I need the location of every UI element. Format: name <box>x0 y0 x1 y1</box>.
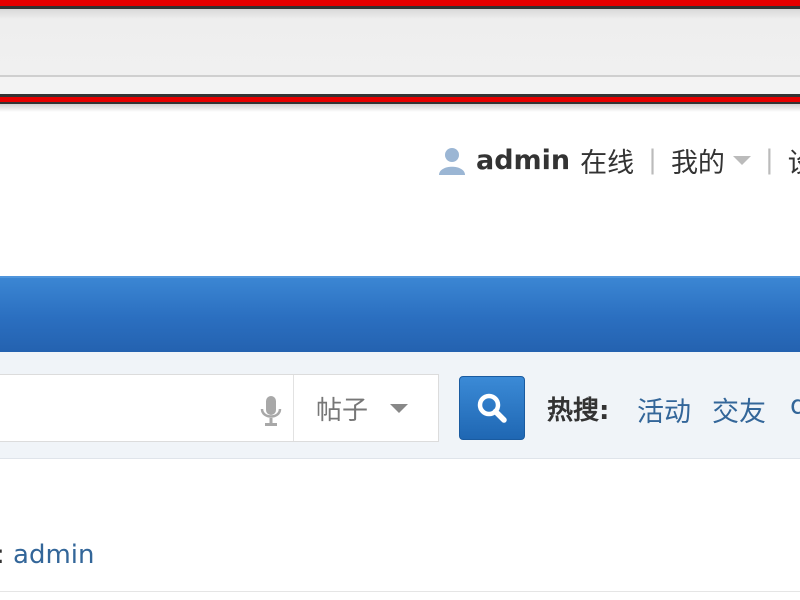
my-menu[interactable]: 我的 <box>671 141 725 180</box>
search-scope-select[interactable]: 帖子 <box>294 375 438 441</box>
chevron-down-icon[interactable] <box>732 155 751 165</box>
info-line: : admin <box>0 540 95 570</box>
search-area: 帖子 热搜: 活动 交友 d <box>0 352 800 459</box>
browser-toolbar-gap <box>0 77 800 94</box>
chevron-down-icon <box>390 403 409 413</box>
info-prefix: : <box>0 540 5 570</box>
divider <box>0 591 800 592</box>
settings-link[interactable]: 设 <box>788 141 800 180</box>
hot-search-label: 热搜: <box>547 396 610 426</box>
toolbar-shadow <box>0 104 800 112</box>
hot-search-link-friends[interactable]: 交友 <box>712 390 766 429</box>
hot-search-link-activity[interactable]: 活动 <box>637 390 691 429</box>
search-button[interactable] <box>459 376 525 440</box>
separator: | <box>648 145 657 175</box>
main-nav-bar <box>0 276 800 352</box>
hot-search-link-partial[interactable]: d <box>790 390 800 421</box>
microphone-icon[interactable] <box>258 395 284 427</box>
browser-toolbar <box>0 9 800 77</box>
page: admin 在线 | 我的 | 设 帖子 <box>0 0 800 600</box>
search-icon <box>477 393 507 423</box>
user-toolbar: admin 在线 | 我的 | 设 <box>436 140 800 180</box>
online-status: 在线 <box>580 147 635 179</box>
search-scope-label: 帖子 <box>316 395 369 426</box>
separator: | <box>764 145 774 175</box>
author-link[interactable]: admin <box>13 540 94 570</box>
username-link[interactable]: admin <box>476 145 570 176</box>
highlight-bar-top <box>0 0 800 9</box>
highlight-bar-bottom <box>0 94 800 104</box>
user-icon <box>436 144 468 176</box>
search-input[interactable]: 帖子 <box>0 374 439 442</box>
